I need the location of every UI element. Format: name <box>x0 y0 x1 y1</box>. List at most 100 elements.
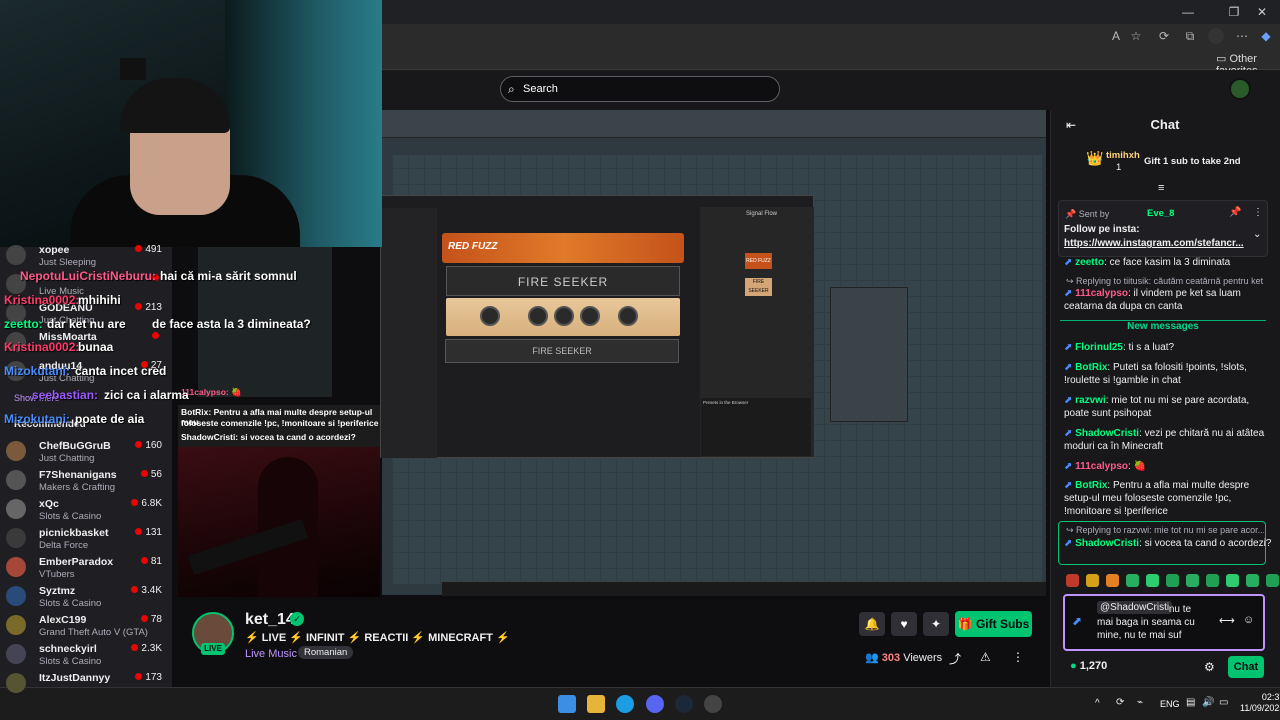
emote-icon[interactable] <box>1086 574 1099 587</box>
read-aloud-icon[interactable]: A <box>1108 28 1124 44</box>
live-dot-icon <box>140 615 148 622</box>
profile-icon[interactable] <box>1208 28 1224 44</box>
pinned-menu-icon[interactable]: ⋮ <box>1253 207 1263 218</box>
extensions-icon[interactable]: ⟳ <box>1156 28 1172 44</box>
sidebar-channel[interactable]: xopee Just Sleeping 491 <box>6 241 168 269</box>
search-icon: ⌕ <box>508 82 515 96</box>
chat-username[interactable]: ShadowCristi <box>1075 428 1139 439</box>
file-explorer-icon[interactable] <box>587 695 605 713</box>
steam-icon[interactable] <box>675 695 693 713</box>
channel-game: Just Chatting <box>39 453 95 464</box>
edge-icon[interactable] <box>616 695 634 713</box>
chat-username[interactable]: ShadowCristi <box>1075 538 1139 549</box>
sidebar-channel[interactable]: ItzJustDannyy 173 <box>6 669 168 697</box>
prime-badge-icon: ⬈ <box>1072 614 1083 628</box>
volume-icon[interactable]: 🔊 <box>1202 697 1214 708</box>
channel-game: Slots & Casino <box>39 598 102 609</box>
favorite-star-icon[interactable]: ☆ <box>1128 28 1144 44</box>
user-badge-icon: ⬈ <box>1064 480 1076 491</box>
maximize-button[interactable]: ❐ <box>1222 3 1246 21</box>
pin-icon[interactable]: 📌 <box>1229 207 1241 218</box>
sidebar-channel[interactable]: xQc Slots & Casino 6.8K <box>6 495 168 523</box>
mid-knob <box>554 306 574 326</box>
follow-heart-icon[interactable]: ♥ <box>891 612 917 636</box>
tray-sync-icon[interactable]: ⟳ <box>1116 697 1124 708</box>
sidebar-channel[interactable]: picnickbasket Delta Force 131 <box>6 524 168 552</box>
viewer-count-text: 213 <box>145 302 162 313</box>
report-icon[interactable]: ⚠ <box>980 650 991 664</box>
sidebar-channel[interactable]: Syztmz Slots & Casino 3.4K <box>6 582 168 610</box>
expand-chevron-icon[interactable]: ⌄ <box>1253 229 1261 240</box>
language-indicator[interactable]: ENG <box>1160 699 1180 709</box>
chat-send-button[interactable]: Chat <box>1228 656 1264 678</box>
emote-icon[interactable] <box>1226 574 1239 587</box>
emote-icon[interactable] <box>1186 574 1199 587</box>
emote-icon[interactable] <box>1126 574 1139 587</box>
channel-name: AlexC199 <box>39 614 87 626</box>
copilot-icon[interactable]: ◆ <box>1258 28 1274 44</box>
emote-icon[interactable] <box>1166 574 1179 587</box>
viewer-count: 👥 303 Viewers <box>865 652 943 664</box>
channel-points[interactable]: ● 1,270 <box>1070 660 1107 672</box>
close-button[interactable]: ✕ <box>1250 3 1274 21</box>
emote-icon[interactable] <box>1246 574 1259 587</box>
pinned-message[interactable]: 📌 Sent by Eve_8 📌 ⋮ Follow pe insta: htt… <box>1058 200 1268 257</box>
collections-icon[interactable]: ⧉ <box>1182 28 1198 44</box>
share-icon[interactable]: ⤴ <box>949 650 961 667</box>
translate-icon[interactable]: ⟷ <box>1219 614 1235 627</box>
chat-username[interactable]: BotRix <box>1075 362 1107 373</box>
sidebar-channel[interactable]: F7Shenanigans Makers & Crafting 56 <box>6 466 168 494</box>
chat-settings-gear-icon[interactable]: ⚙ <box>1204 660 1215 674</box>
sidebar-channel[interactable]: ChefBuGGruB Just Chatting 160 <box>6 437 168 465</box>
channel-game: Makers & Crafting <box>39 482 116 493</box>
gift-subs-button[interactable]: 🎁 Gift Subs <box>955 611 1032 637</box>
streamer-name[interactable]: ket_14 <box>245 611 295 629</box>
channel-game: Slots & Casino <box>39 656 102 667</box>
language-tag[interactable]: Romanian <box>298 646 354 659</box>
chat-username[interactable]: Florinul25 <box>1075 342 1123 353</box>
channel-name: Syztmz <box>39 585 76 597</box>
overlay-chat-text: canta incet cred <box>75 364 167 378</box>
chat-username[interactable]: 111calypso <box>1075 461 1128 472</box>
leaderboard-toggle-icon[interactable]: ≡ <box>1158 182 1164 194</box>
channel-viewers: 213 <box>135 302 162 313</box>
discord-icon[interactable] <box>646 695 664 713</box>
channel-name: schneckyirl <box>39 643 97 655</box>
stream-category[interactable]: Live Music <box>245 648 297 660</box>
chat-username[interactable]: zeetto <box>1075 257 1104 268</box>
channel-avatar <box>6 499 26 519</box>
overlay-chat-text: poate de aia <box>75 412 145 426</box>
notifications-bell-icon[interactable]: 🔔 <box>859 612 885 636</box>
more-options-icon[interactable]: ⋮ <box>1012 650 1024 664</box>
chat-username[interactable]: 111calypso <box>1075 288 1128 299</box>
system-clock[interactable]: 02:37 11/09/2025 <box>1240 692 1280 714</box>
user-avatar[interactable] <box>1229 78 1251 100</box>
emote-icon[interactable] <box>1066 574 1079 587</box>
minimize-button[interactable]: — <box>1176 3 1200 21</box>
emote-picker-icon[interactable]: ☺ <box>1243 614 1254 626</box>
emote-icon[interactable] <box>1266 574 1279 587</box>
live-badge: LIVE <box>201 643 225 655</box>
emote-icon[interactable] <box>1206 574 1219 587</box>
battery-icon[interactable]: ▭ <box>1219 697 1228 708</box>
tray-chevron-icon[interactable]: ^ <box>1095 698 1100 709</box>
sidebar-channel[interactable]: schneckyirl Slots & Casino 2.3K <box>6 640 168 668</box>
menu-dots-icon[interactable]: ⋯ <box>1234 28 1250 44</box>
chat-username[interactable]: BotRix <box>1075 480 1107 491</box>
viewer-count-text: 78 <box>150 614 162 625</box>
sidebar-channel[interactable]: AlexC199 Grand Theft Auto V (GTA) 78 <box>6 611 168 639</box>
emote-icon[interactable] <box>1146 574 1159 587</box>
emote-icon[interactable] <box>1106 574 1119 587</box>
chat-username[interactable]: razvwi <box>1075 395 1106 406</box>
chat-message-text: : si vocea ta cand o acordezi? <box>1139 538 1272 549</box>
chat-message: ⬈ BotRix: Puteti sa folositi !points, !s… <box>1064 361 1276 387</box>
gift-leaderboard[interactable]: 👑 timihxh 1 Gift 1 sub to take 2nd <box>1082 148 1272 178</box>
sidebar-channel[interactable]: EmberParadox VTubers 81 <box>6 553 168 581</box>
usb-icon[interactable]: ⌁ <box>1137 697 1143 708</box>
network-icon[interactable]: ▤ <box>1186 697 1195 708</box>
live-dot-icon <box>131 499 139 506</box>
obs-icon[interactable] <box>704 695 722 713</box>
search-input[interactable]: ⌕ Search <box>500 76 780 102</box>
start-icon[interactable] <box>558 695 576 713</box>
hype-icon[interactable]: ✦ <box>923 612 949 636</box>
